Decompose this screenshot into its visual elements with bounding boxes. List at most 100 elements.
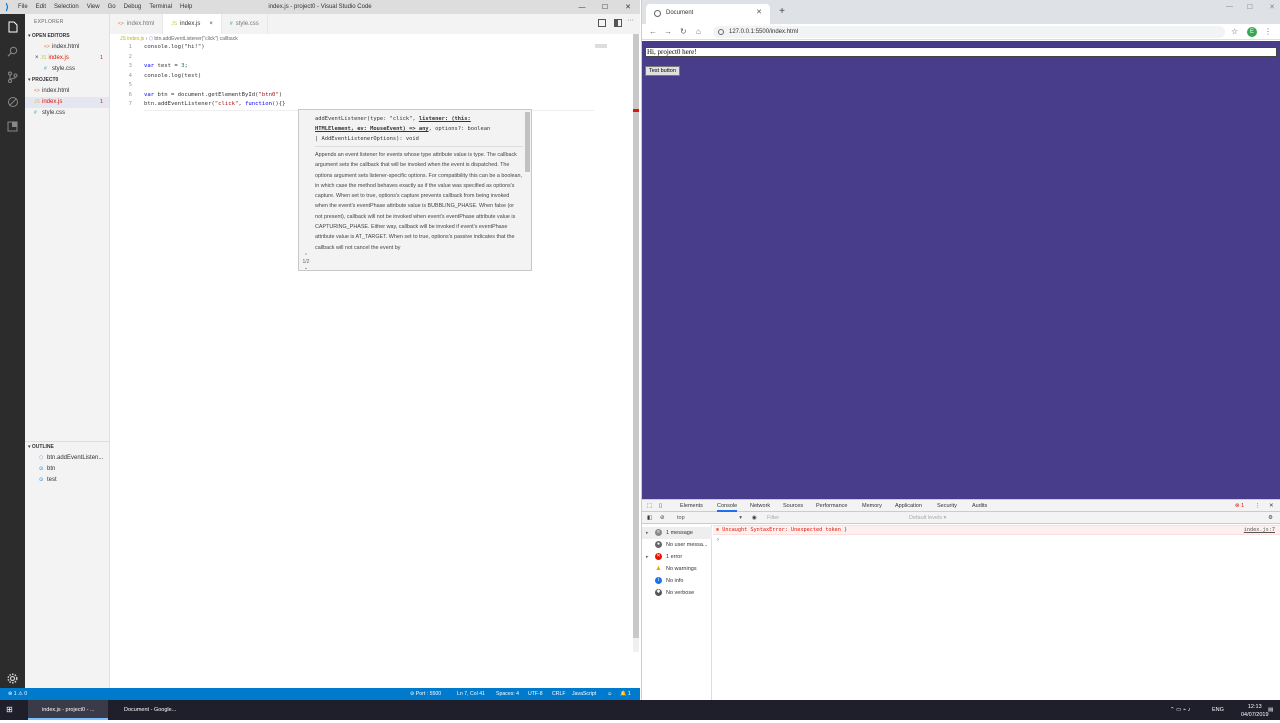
outline-section[interactable]: ▾ OUTLINE (25, 442, 110, 453)
star-icon[interactable]: ☆ (1231, 24, 1238, 40)
language-mode[interactable]: JavaScript (572, 688, 596, 700)
sidebar-warnings[interactable]: ▲ No warnings (642, 563, 712, 575)
menu-terminal[interactable]: Terminal (145, 0, 176, 14)
url-bar[interactable]: 127.0.0.1:5500/index.html (713, 26, 1225, 38)
info-icon[interactable] (718, 29, 724, 35)
error-count-badge[interactable]: ⊗ 1 (1235, 500, 1244, 512)
open-editors-section[interactable]: ▾ OPEN EDITORS (25, 31, 109, 42)
gear-icon[interactable]: ⚙ (1268, 512, 1273, 524)
open-editor-index-js[interactable]: × JS index.js 1 (25, 53, 109, 64)
tab-application[interactable]: Application (895, 500, 922, 512)
source-control-icon[interactable] (0, 64, 25, 89)
tab-index-js[interactable]: JS index.js × (163, 14, 222, 34)
clock[interactable]: 12:13 04/07/2019 (1241, 703, 1269, 723)
close-icon[interactable]: ✕ (1269, 500, 1274, 512)
menu-debug[interactable]: Debug (120, 0, 146, 14)
close-icon[interactable]: × (35, 55, 39, 61)
close-icon[interactable]: × (209, 21, 213, 27)
menu-help[interactable]: Help (176, 0, 196, 14)
notifications-bell[interactable]: 🔔 1 (620, 688, 631, 700)
taskbar-vscode[interactable]: index.js - project0 - ... (28, 700, 108, 720)
live-server-port[interactable]: ⊘ Port : 5500 (410, 688, 441, 700)
language-indicator[interactable]: ENG (1212, 700, 1224, 720)
editor-scrollbar[interactable] (633, 34, 639, 652)
tab-sources[interactable]: Sources (783, 500, 803, 512)
encoding[interactable]: UTF-8 (528, 688, 543, 700)
hover-scrollbar[interactable] (525, 112, 530, 172)
problems-status[interactable]: ⊗ 1 ⚠ 0 (8, 688, 27, 700)
open-editor-style-css[interactable]: # style.css (25, 64, 109, 75)
cursor-position[interactable]: Ln 7, Col 41 (457, 688, 485, 700)
outline-item[interactable]: ⊙ btn (25, 464, 110, 475)
kebab-menu-icon[interactable]: ⋮ (1255, 500, 1261, 512)
tab-audits[interactable]: Audits (972, 500, 987, 512)
back-icon[interactable]: ← (649, 24, 657, 40)
error-source-link[interactable]: index.js:7 (1244, 526, 1275, 535)
more-icon[interactable]: ··· (627, 17, 634, 24)
clear-console-icon[interactable]: ⊘ (660, 512, 665, 524)
console-filter-input[interactable]: Filter (767, 513, 907, 523)
test-button[interactable]: Test button (645, 66, 680, 76)
menu-file[interactable]: File (14, 0, 32, 14)
forward-icon[interactable]: → (664, 24, 672, 40)
sidebar-errors[interactable]: ▸ ✕ 1 error (642, 551, 712, 563)
close-icon[interactable]: ✕ (756, 4, 762, 22)
explorer-icon[interactable] (0, 14, 25, 39)
notification-icon[interactable]: ▤ (1268, 700, 1273, 720)
sidebar-messages[interactable]: ▸ ≡ 1 message (642, 527, 712, 539)
tab-memory[interactable]: Memory (862, 500, 882, 512)
tab-security[interactable]: Security (937, 500, 957, 512)
device-toolbar-icon[interactable]: ▯ (659, 500, 662, 512)
project-section[interactable]: ▾ PROJECT0 (25, 75, 109, 86)
console-prompt[interactable]: › (717, 537, 719, 543)
smiley-icon[interactable]: ☺ (607, 688, 612, 700)
context-selector[interactable]: top ▾ (677, 512, 742, 524)
eye-icon[interactable]: ◉ (752, 512, 757, 524)
minimap[interactable] (595, 44, 607, 48)
indentation[interactable]: Spaces: 4 (496, 688, 519, 700)
hover-pager[interactable]: ⌃ 1/2 ⌄ (301, 253, 311, 270)
inspect-icon[interactable]: ⬚ (647, 500, 652, 512)
layout-icon[interactable] (614, 19, 622, 27)
tab-style-css[interactable]: # style.css (222, 14, 268, 34)
menu-go[interactable]: Go (104, 0, 120, 14)
windows-start-icon[interactable]: ⊞ (6, 700, 13, 720)
outline-item[interactable]: ⊙ test (25, 475, 110, 486)
outline-item[interactable]: ⬡ btn.addEventListen... (25, 453, 110, 464)
reload-icon[interactable]: ↻ (680, 24, 687, 40)
file-index-js[interactable]: JS index.js 1 (25, 97, 109, 108)
taskbar-chrome[interactable]: Document - Google... (112, 700, 176, 720)
sidebar-verbose[interactable]: ✱ No verbose (642, 587, 712, 599)
sidebar-user-messages[interactable]: ● No user messa... (642, 539, 712, 551)
new-tab-button[interactable]: + (774, 4, 790, 20)
sidebar-toggle-icon[interactable]: ◧ (647, 512, 652, 524)
log-levels-dropdown[interactable]: Default levels ▾ (909, 512, 946, 524)
file-style-css[interactable]: # style.css (25, 108, 109, 119)
tab-console[interactable]: Console (717, 500, 738, 512)
tab-performance[interactable]: Performance (816, 500, 848, 512)
close-icon[interactable]: ✕ (617, 0, 639, 14)
breadcrumb-symbol[interactable]: btn.addEventListener("click") callback (154, 36, 237, 42)
home-icon[interactable]: ⌂ (696, 24, 701, 40)
browser-tab[interactable]: Document ✕ (646, 4, 770, 24)
console-error-message[interactable]: ⊗ Uncaught SyntaxError: Unexpected token… (713, 525, 1280, 535)
minimize-icon[interactable]: — (1226, 3, 1233, 10)
debug-icon[interactable] (0, 89, 25, 114)
maximize-icon[interactable]: ☐ (594, 0, 616, 14)
maximize-icon[interactable]: ☐ (1247, 3, 1253, 11)
close-icon[interactable]: ✕ (1269, 3, 1275, 11)
chevron-down-icon[interactable]: ⌄ (304, 265, 308, 270)
tab-elements[interactable]: Elements (680, 500, 703, 512)
system-tray-icons[interactable]: ⌃ ▭ ⌁ ♪ (1170, 700, 1190, 720)
profile-avatar[interactable]: E (1247, 27, 1257, 37)
extensions-icon[interactable] (0, 114, 25, 139)
menu-edit[interactable]: Edit (32, 0, 50, 14)
sidebar-info[interactable]: i No info (642, 575, 712, 587)
menu-selection[interactable]: Selection (50, 0, 83, 14)
menu-icon[interactable]: ⋮ (1264, 24, 1272, 40)
file-index-html[interactable]: <> index.html (25, 86, 109, 97)
minimize-icon[interactable]: — (571, 0, 593, 14)
end-of-line[interactable]: CRLF (552, 688, 566, 700)
breadcrumb-file[interactable]: JS index.js (120, 36, 144, 42)
menu-view[interactable]: View (83, 0, 104, 14)
